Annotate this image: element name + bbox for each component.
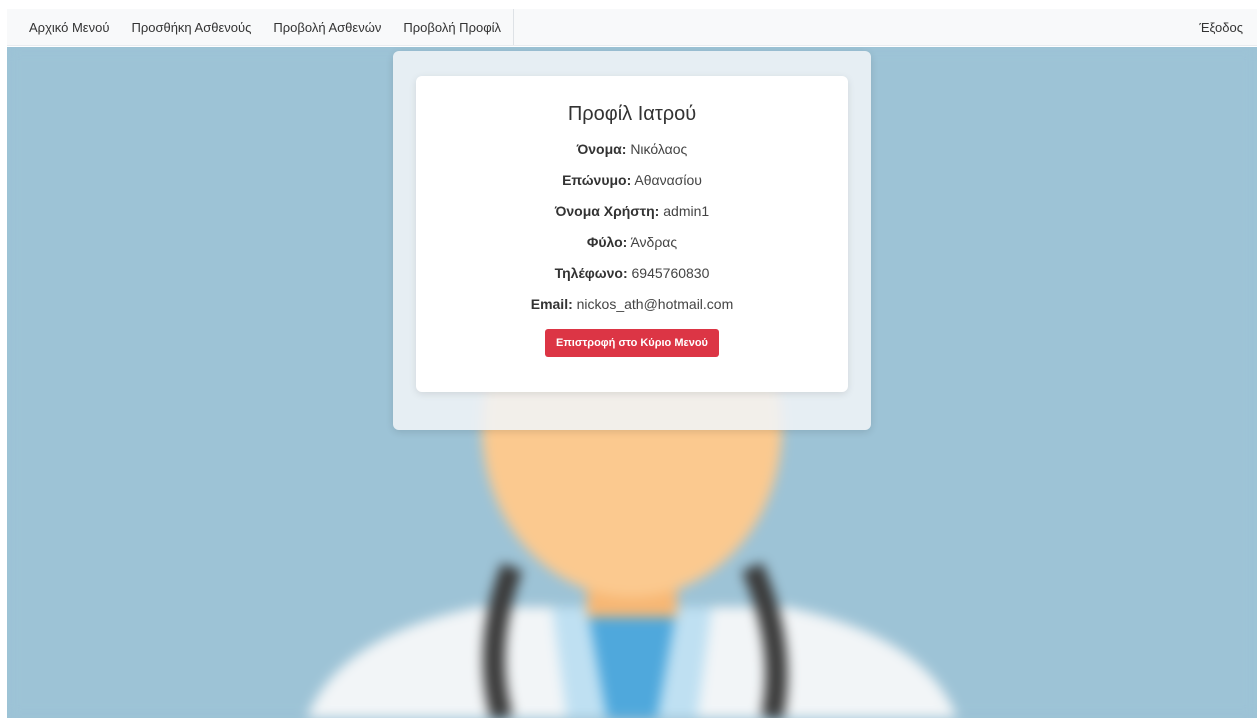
nav-links: Αρχικό Μενού Προσθήκη Ασθενούς Προβολή Α…	[7, 9, 515, 45]
profile-container: Προφίλ Ιατρού Όνομα: Νικόλαος Επώνυμο: Α…	[393, 51, 871, 430]
field-label: Όνομα Χρήστη:	[554, 203, 660, 219]
logout-link[interactable]: Έξοδος	[1199, 20, 1257, 35]
nav-item-view-profile[interactable]: Προβολή Προφίλ	[392, 9, 515, 45]
background-image: Προφίλ Ιατρού Όνομα: Νικόλαος Επώνυμο: Α…	[7, 47, 1257, 718]
field-label: Φύλο:	[586, 234, 628, 250]
profile-field-last-name: Επώνυμο: Αθανασίου	[416, 172, 848, 188]
profile-field-username: Όνομα Χρήστη: admin1	[416, 203, 848, 219]
nav-item-add-patient[interactable]: Προσθήκη Ασθενούς	[120, 9, 262, 45]
field-label: Επώνυμο:	[562, 172, 632, 188]
field-value: Νικόλαος	[630, 141, 688, 157]
nav-item-main-menu[interactable]: Αρχικό Μενού	[7, 9, 120, 45]
field-value: nickos_ath@hotmail.com	[576, 296, 734, 312]
back-to-main-menu-button[interactable]: Επιστροφή στο Κύριο Μενού	[545, 329, 719, 357]
field-label: Email:	[530, 296, 573, 312]
profile-field-first-name: Όνομα: Νικόλαος	[416, 141, 848, 157]
field-value: admin1	[663, 203, 710, 219]
nav-item-view-patients[interactable]: Προβολή Ασθενών	[262, 9, 392, 45]
profile-field-gender: Φύλο: Άνδρας	[416, 234, 848, 250]
top-navbar: Αρχικό Μενού Προσθήκη Ασθενούς Προβολή Α…	[7, 9, 1257, 46]
field-label: Τηλέφωνο:	[554, 265, 628, 281]
profile-title: Προφίλ Ιατρού	[567, 103, 697, 125]
field-value: 6945760830	[631, 265, 710, 281]
field-label: Όνομα:	[576, 141, 627, 157]
field-value: Άνδρας	[630, 234, 678, 250]
field-value: Αθανασίου	[634, 172, 702, 188]
profile-field-email: Email: nickos_ath@hotmail.com	[416, 296, 848, 312]
profile-field-phone: Τηλέφωνο: 6945760830	[416, 265, 848, 281]
profile-card: Προφίλ Ιατρού Όνομα: Νικόλαος Επώνυμο: Α…	[416, 76, 848, 392]
